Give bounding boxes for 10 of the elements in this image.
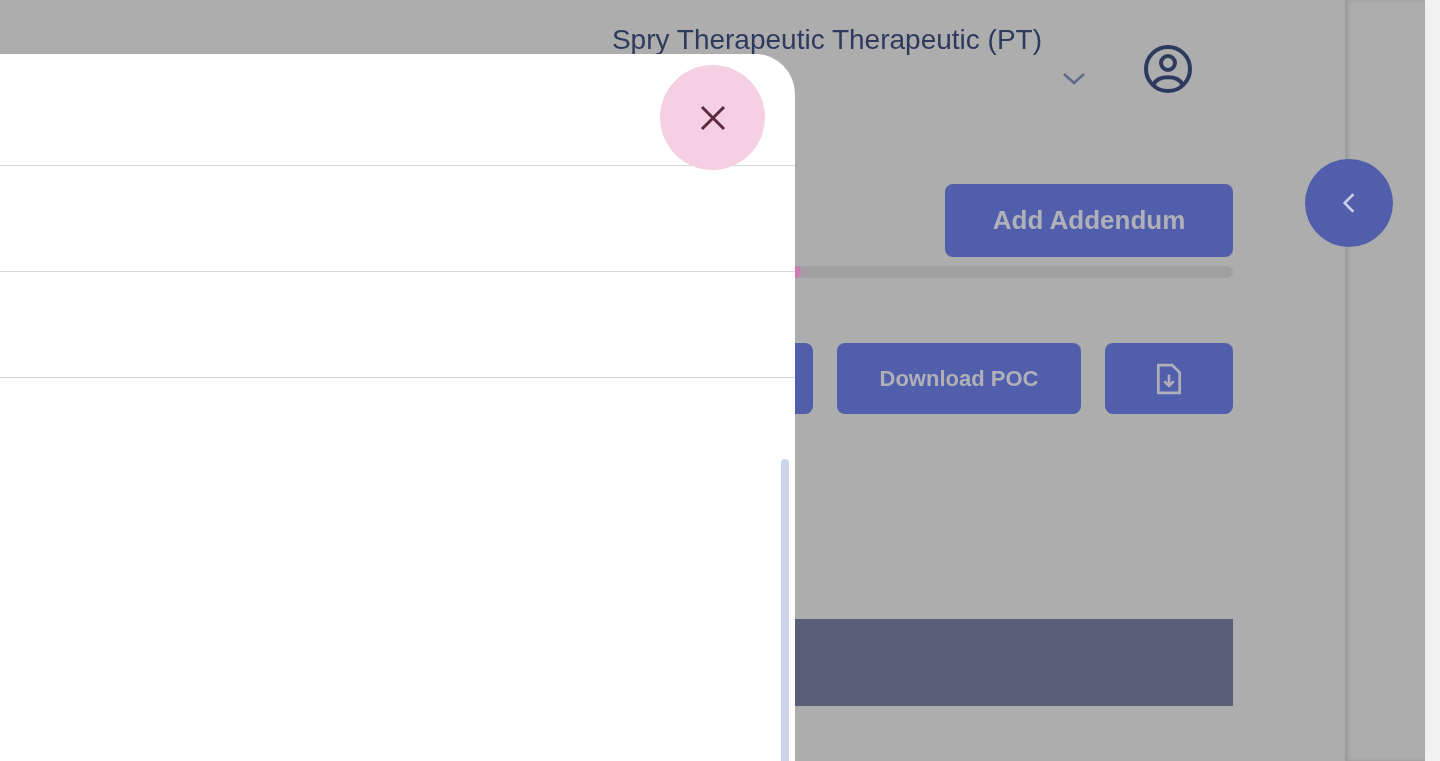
chevron-left-icon bbox=[1342, 192, 1356, 214]
close-icon bbox=[699, 104, 726, 131]
user-avatar-icon[interactable] bbox=[1143, 44, 1193, 94]
download-poc-button[interactable]: Download POC bbox=[837, 343, 1081, 414]
scrollbar[interactable] bbox=[781, 459, 789, 761]
file-download-button[interactable] bbox=[1105, 343, 1233, 414]
chevron-down-icon[interactable] bbox=[1062, 72, 1086, 86]
practice-title: Spry Therapeutic Therapeutic (PT) bbox=[611, 24, 1042, 56]
file-download-icon bbox=[1156, 362, 1182, 395]
add-addendum-button[interactable]: Add Addendum bbox=[945, 184, 1233, 257]
